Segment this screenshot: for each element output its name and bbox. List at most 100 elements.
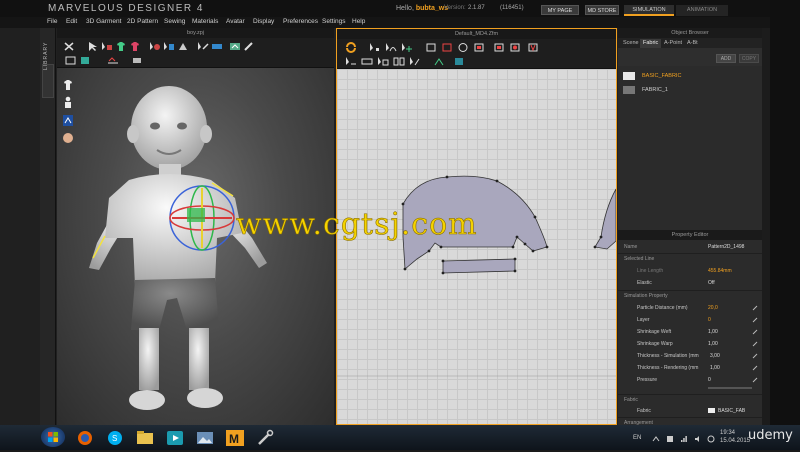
add-point-icon[interactable] [401,42,413,53]
internal-polygon-icon[interactable] [473,42,485,53]
property-row-shrinkage-weft: Shrinkage Weft 1,00 [618,327,762,338]
menu-edit[interactable]: Edit [66,18,77,25]
property-value[interactable]: 1,00 [710,365,720,371]
tshirt-tool-icon[interactable] [129,41,141,52]
select-mesh-icon[interactable] [101,41,113,52]
fold-tool-icon[interactable] [163,41,175,52]
property-row-fabric: Fabric BASIC_FAB [618,406,762,417]
edit-pencil-icon[interactable] [752,317,758,323]
edit-pencil-icon[interactable] [752,341,758,347]
internal-rectangle-icon[interactable] [493,42,505,53]
3d-viewport[interactable] [57,68,334,425]
menu-settings[interactable]: Settings [322,18,346,25]
transform-pattern-icon[interactable] [345,42,357,53]
edit-point-icon[interactable] [369,42,381,53]
multi-sewing-icon[interactable] [393,56,405,67]
edit-pencil-icon[interactable] [752,305,758,311]
section-simulation-property[interactable]: Simulation Property [618,291,762,302]
add-fabric-button[interactable]: ADD [716,54,736,63]
property-value[interactable]: 0 [708,317,711,323]
rectangle-icon[interactable] [441,42,453,53]
fabric-item-1[interactable]: FABRIC_1 [623,85,759,97]
measure-tool-icon[interactable] [211,41,223,52]
skype-icon[interactable]: S [104,429,126,447]
section-fabric[interactable]: Fabric [618,395,762,406]
tab-scene[interactable]: Scene [620,39,642,48]
avatar-tool-icon[interactable] [229,41,241,52]
menu-display[interactable]: Display [253,18,274,25]
image-viewer-icon[interactable] [194,429,216,447]
transform-tool-icon[interactable] [65,55,77,66]
my-page-button[interactable]: MY PAGE [541,5,579,15]
animation-mode-button[interactable]: ANIMATION [676,5,728,16]
simulation-mode-button[interactable]: SIMULATION [624,5,674,16]
right-scrollbar[interactable] [762,28,770,425]
dart-icon[interactable] [527,42,539,53]
language-indicator[interactable]: EN [633,435,641,441]
clock[interactable]: 19:34 15.04.2015 [720,429,750,445]
property-value[interactable]: BASIC_FAB [718,408,745,414]
menu-avatar[interactable]: Avatar [226,18,245,25]
tack-tool-icon[interactable] [197,41,209,52]
free-sewing-icon[interactable] [361,56,373,67]
tab-a-point[interactable]: A-Point [661,39,685,48]
menu-help[interactable]: Help [352,18,365,25]
tab-fabric[interactable]: Fabric [640,39,662,48]
property-value[interactable]: 455.84mm [708,268,732,274]
edit-pencil-icon[interactable] [752,329,758,335]
grid-toggle-icon[interactable] [453,56,465,67]
edit-pencil-icon[interactable] [752,365,758,371]
property-value[interactable]: 0 [708,377,711,383]
property-value[interactable]: 1,00 [708,341,718,347]
arrange-tool-icon[interactable] [177,41,189,52]
check-sewing-icon[interactable] [409,56,421,67]
tray-flag-icon[interactable] [666,435,674,443]
property-value[interactable]: 1,00 [708,329,718,335]
firefox-icon[interactable] [74,429,96,447]
marvelous-designer-icon[interactable]: M [224,429,246,447]
menu-preferences[interactable]: Preferences [283,18,318,25]
sewing-3d-icon[interactable] [107,55,119,66]
edit-pencil-icon[interactable] [752,353,758,359]
select-arrow-icon[interactable] [87,41,99,52]
edit-sewing-icon[interactable] [377,56,389,67]
property-value[interactable]: Off [708,280,715,286]
menu-sewing[interactable]: Sewing [164,18,185,25]
media-player-icon[interactable] [164,429,186,447]
texture-2d-icon[interactable] [433,56,445,67]
fabric-item-basic[interactable]: BASIC_FABRIC [623,71,759,83]
section-selected-line[interactable]: Selected Line [618,254,762,265]
file-explorer-icon[interactable] [134,429,156,447]
pin-tool-icon[interactable] [149,41,161,52]
property-label: Elastic [637,280,652,286]
segment-sewing-icon[interactable] [345,56,357,67]
md-store-button[interactable]: MD STORE [585,5,619,15]
texture-tool-icon[interactable] [79,55,91,66]
brush-tool-icon[interactable] [243,41,255,52]
tools-icon[interactable] [254,429,276,447]
property-value[interactable]: 20,0 [708,305,718,311]
circle-icon[interactable] [457,42,469,53]
tray-arrow-icon[interactable] [652,435,660,443]
windows-start-button[interactable] [41,427,65,447]
copy-fabric-button[interactable]: COPY [739,54,759,63]
volume-icon[interactable] [694,435,702,443]
menu-2d-pattern[interactable]: 2D Pattern [127,18,158,25]
speaker-icon[interactable] [707,435,715,443]
menu-3d-garment[interactable]: 3D Garment [86,18,121,25]
property-value[interactable]: Pattern2D_1498 [708,244,744,250]
polygon-icon[interactable] [425,42,437,53]
menu-materials[interactable]: Materials [192,18,218,25]
shape-tool-icon[interactable] [131,55,143,66]
property-value[interactable]: 3,00 [710,353,720,359]
2d-pattern-canvas[interactable] [337,69,616,424]
move-tool-icon[interactable] [63,41,75,52]
pressure-slider[interactable] [708,387,752,389]
network-icon[interactable] [680,435,688,443]
garment-tool-icon[interactable] [115,41,127,52]
edit-curvature-icon[interactable] [385,42,397,53]
edit-pencil-icon[interactable] [752,377,758,383]
menu-file[interactable]: File [47,18,57,25]
internal-circle-icon[interactable] [509,42,521,53]
tab-a-bt[interactable]: A-Bt [684,39,701,48]
